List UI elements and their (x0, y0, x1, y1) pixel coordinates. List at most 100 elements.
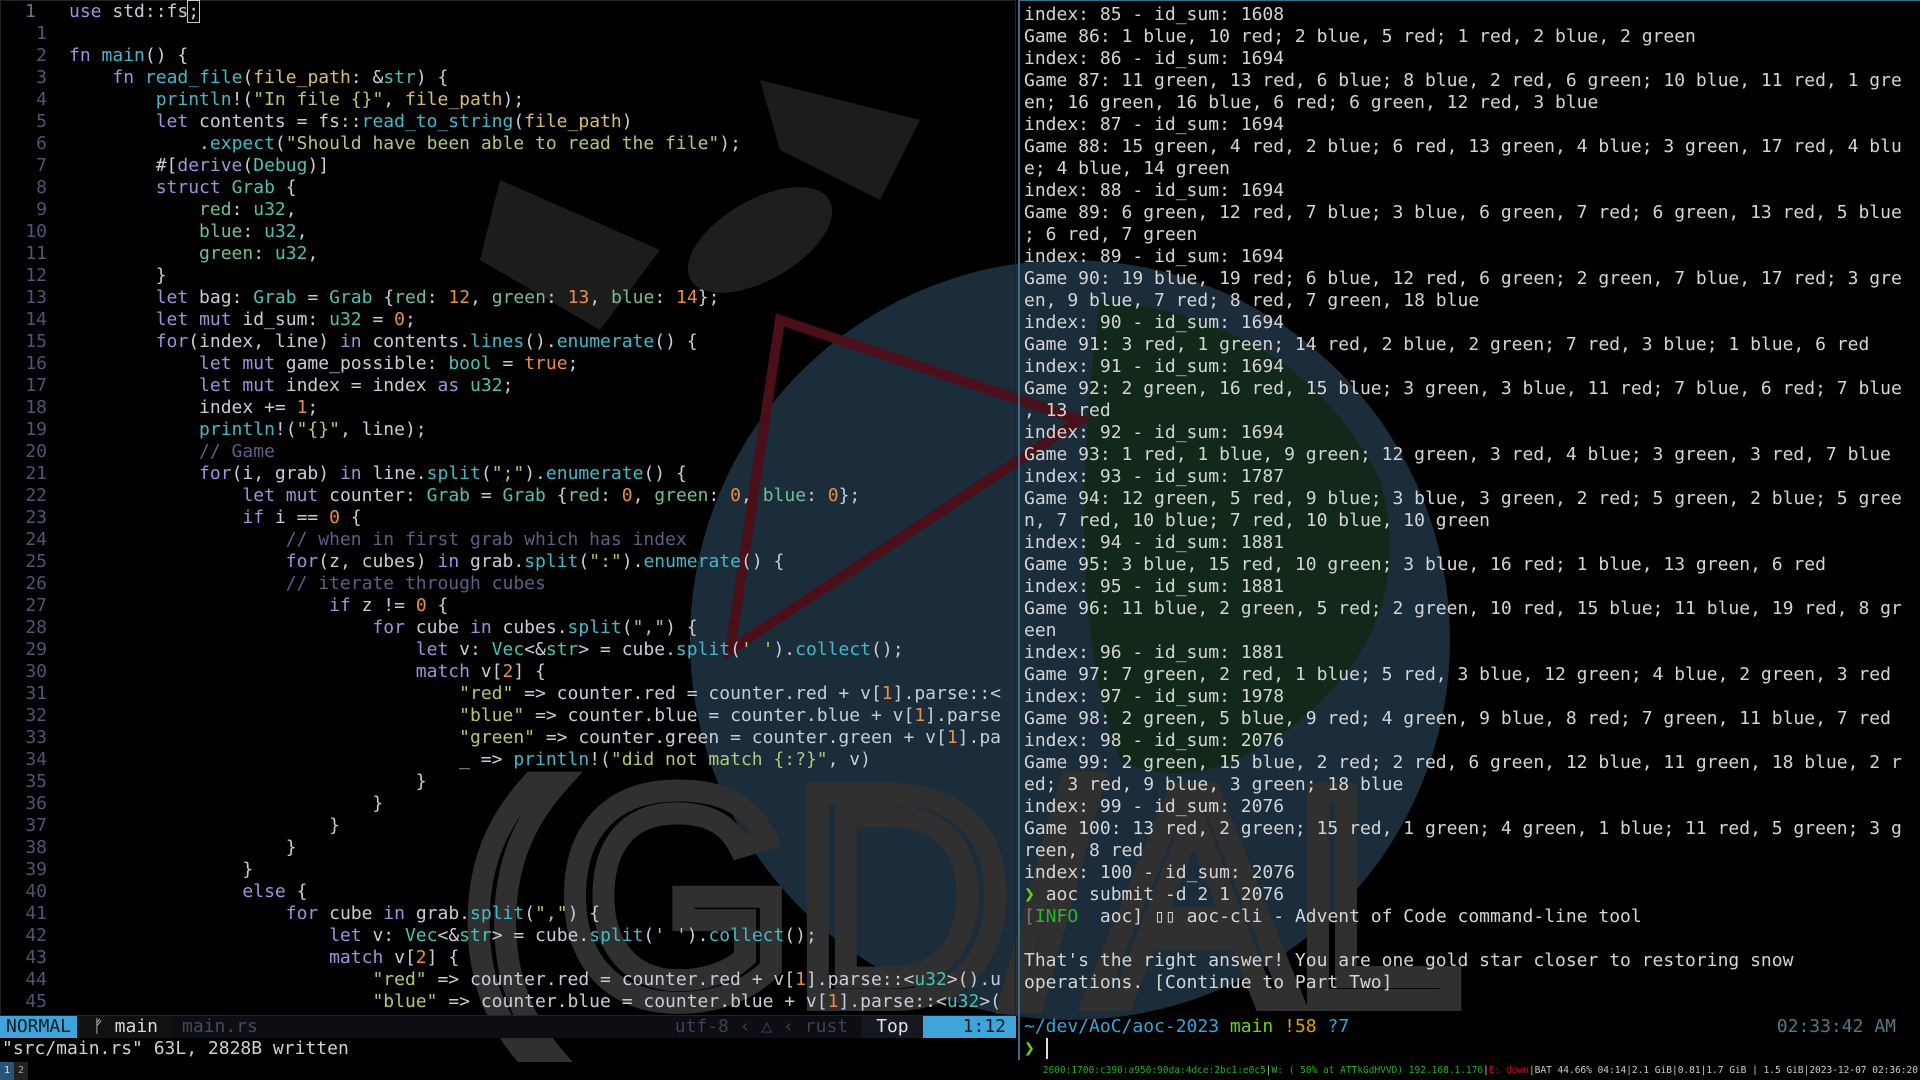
code-line[interactable]: 24 // when in first grab which has index (1, 529, 1015, 551)
code-line[interactable]: 8 struct Grab { (1, 177, 1015, 199)
code-line[interactable]: 1 (1, 23, 1015, 45)
memory: 2.1 GiB (1631, 1065, 1672, 1076)
input-line[interactable]: ❯ (1024, 1038, 1920, 1060)
code-token: 1 (795, 969, 806, 990)
file-name: main.rs (182, 1016, 258, 1037)
terminal-output-line: Game 96: 11 blue, 2 green, 5 red; 2 gree… (1024, 598, 1902, 619)
code-line[interactable]: 43 match v[2] { (1, 947, 1015, 969)
workspace-1[interactable]: 1 (0, 1062, 14, 1080)
code-token: contents. (361, 331, 470, 352)
code-line[interactable]: 35 } (1, 771, 1015, 793)
code-line[interactable]: 12 } (1, 265, 1015, 287)
code-text: if z != 0 { (69, 595, 448, 616)
terminal-output-line: , 13 red (1024, 400, 1111, 421)
code-line[interactable]: 28 for cube in cubes.split(",") { (1, 617, 1015, 639)
code-text: green: u32, (69, 243, 318, 264)
code-token: ( (513, 111, 525, 132)
code-text: fn main() { (69, 45, 188, 66)
code-token: "," (632, 617, 666, 638)
code-line[interactable]: 29 let v: Vec<&str> = cube.split(' ').co… (1, 639, 1015, 661)
terminal-output-line: index: 95 - id_sum: 1881 (1024, 576, 1285, 597)
code-token: mut (199, 309, 232, 330)
code-line[interactable]: 16 let mut game_possible: bool = true; (1, 353, 1015, 375)
code-line[interactable]: 5 let contents = fs::read_to_string(file… (1, 111, 1015, 133)
code-line[interactable]: 31 "red" => counter.red = counter.red + … (1, 683, 1015, 705)
code-line[interactable]: 14 let mut id_sum: u32 = 0; (1, 309, 1015, 331)
workspace-2[interactable]: 2 (14, 1062, 28, 1080)
code-token: file_path (253, 67, 351, 88)
code-line[interactable]: 11 green: u32, (1, 243, 1015, 265)
code-token: , (383, 89, 405, 110)
code-text: let contents = fs::read_to_string(file_p… (69, 111, 633, 132)
code-line[interactable]: 6 .expect("Should have been able to read… (1, 133, 1015, 155)
code-text: "red" => counter.red = counter.red + v[1… (69, 969, 1001, 990)
vim-editor-pane[interactable]: 1 use std::fs; 1 2 fn main() {3 fn read_file… (0, 0, 1016, 1016)
line-number: 11 (25, 243, 47, 264)
code-token: 0 (730, 485, 742, 506)
code-line[interactable]: 2 fn main() { (1, 45, 1015, 67)
code-line[interactable]: 40 else { (1, 881, 1015, 903)
code-line[interactable]: 21 for(i, grab) in line.split(";").enume… (1, 463, 1015, 485)
code-line[interactable]: 36 } (1, 793, 1015, 815)
code-line[interactable]: 33 "green" => counter.green = counter.gr… (1, 727, 1015, 749)
code-line[interactable]: 42 let v: Vec<&str> = cube.split(' ').co… (1, 925, 1015, 947)
code-line[interactable]: 4 println!("In file {}", file_path); (1, 89, 1015, 111)
vim-command-line[interactable]: "src/main.rs" 63L, 2828B written (0, 1038, 1016, 1060)
terminal-output-line: index: 88 - id_sum: 1694 (1024, 180, 1285, 201)
code-line[interactable]: 39 } (1, 859, 1015, 881)
code-text: // when in first grab which has index (69, 529, 687, 550)
code-line[interactable]: 32 "blue" => counter.blue = counter.blue… (1, 705, 1015, 727)
code-line[interactable]: 45 "blue" => counter.blue = counter.blue… (1, 991, 1015, 1013)
line-number: 9 (36, 199, 47, 220)
code-line[interactable]: 44 "red" => counter.red = counter.red + … (1, 969, 1015, 991)
code-token: str (383, 67, 416, 88)
code-token: Grab (329, 287, 373, 308)
code-line[interactable]: 41 for cube in grab.split(",") { (1, 903, 1015, 925)
code-token: blue (762, 485, 807, 506)
code-line[interactable]: 9 red: u32, (1, 199, 1015, 221)
code-token: in (383, 903, 405, 924)
code-line[interactable]: 25 for(z, cubes) in grab.split(":").enum… (1, 551, 1015, 573)
terminal-output: index: 85 - id_sum: 1608 Game 86: 1 blue,… (1024, 4, 1920, 884)
code-line[interactable]: 38 } (1, 837, 1015, 859)
code-text: for cube in cubes.split(",") { (69, 617, 697, 638)
code-line[interactable]: 20 // Game (1, 441, 1015, 463)
line-number: 33 (25, 727, 47, 748)
info-line: [INFO aoc] ▯▯ aoc-cli - Advent of Code c… (1024, 906, 1920, 928)
code-token: (); (871, 639, 904, 660)
code-line[interactable]: 37 } (1, 815, 1015, 837)
code-token: } (69, 793, 384, 814)
code-token: } (69, 837, 297, 858)
code-line[interactable]: 23 if i == 0 { (1, 507, 1015, 529)
code-token: "did not match {:?}" (610, 749, 828, 770)
code-token: green (199, 243, 254, 264)
terminal-pane[interactable]: index: 85 - id_sum: 1608 Game 86: 1 blue,… (1018, 0, 1920, 1060)
code-line[interactable]: 26 // iterate through cubes (1, 573, 1015, 595)
terminal-output-line: Game 91: 3 red, 1 green; 14 red, 2 blue,… (1024, 334, 1870, 355)
code-token: { (274, 177, 297, 198)
code-line[interactable]: 15 for(index, line) in contents.lines().… (1, 331, 1015, 353)
shell-prompt: ~/dev/AoC/aoc-2023 main !58 ?7 02:33:42 A… (1024, 1016, 1920, 1038)
code-line[interactable]: 13 let bag: Grab = Grab {red: 12, green:… (1, 287, 1015, 309)
code-token: , (589, 287, 611, 308)
code-line[interactable]: 27 if z != 0 { (1, 595, 1015, 617)
code-token: ; (567, 353, 579, 374)
code-line[interactable]: 1 use std::fs; (1, 0, 1015, 23)
code-token: Grab (253, 287, 297, 308)
code-token: , v) (827, 749, 871, 770)
code-line[interactable]: 7 #[derive(Debug)] (1, 155, 1015, 177)
code-line[interactable]: 34 _ => println!("did not match {:?}", v… (1, 749, 1015, 771)
line-number: 44 (25, 969, 47, 990)
code-line[interactable]: 17 let mut index = index as u32; (1, 375, 1015, 397)
code-line[interactable]: 22 let mut counter: Grab = Grab {red: 0,… (1, 485, 1015, 507)
code-line[interactable]: 3 fn read_file(file_path: &str) { (1, 67, 1015, 89)
code-line[interactable]: 30 match v[2] { (1, 661, 1015, 683)
line-number: 17 (25, 375, 47, 396)
code-line[interactable]: 18 index += 1; (1, 397, 1015, 419)
code-line[interactable]: 19 println!("{}", line); (1, 419, 1015, 441)
code-token: green (491, 287, 546, 308)
code-line[interactable]: 10 blue: u32, (1, 221, 1015, 243)
